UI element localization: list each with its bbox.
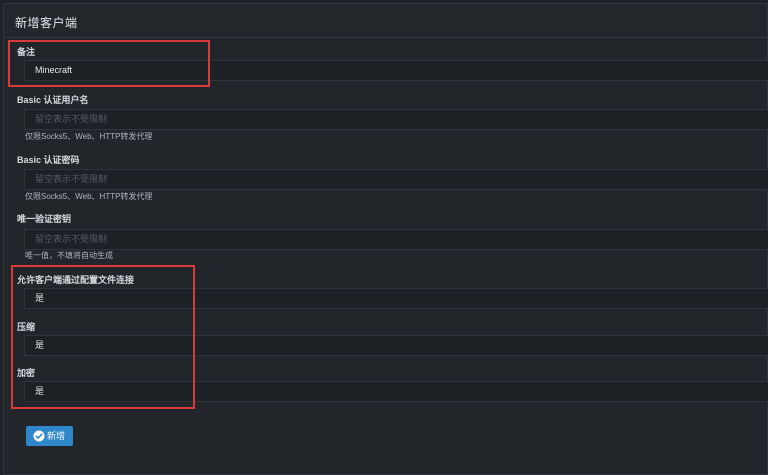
basic-password-help: 仅限Socks5、Web、HTTP转发代理: [25, 192, 153, 201]
add-button[interactable]: 新增: [26, 426, 73, 446]
page-background: 新增客户端 备注 Minecraft Basic 认证用户名 留空表示不受限制 …: [0, 0, 768, 475]
basic-password-label: Basic 认证密码: [17, 155, 80, 165]
add-button-label: 新增: [47, 431, 66, 441]
basic-username-input[interactable]: 留空表示不受限制: [24, 109, 768, 130]
unique-key-input[interactable]: 留空表示不受限制: [24, 229, 768, 250]
unique-key-label: 唯一验证密钥: [17, 214, 72, 224]
basic-username-help: 仅限Socks5、Web、HTTP转发代理: [25, 132, 153, 141]
highlight-box-options: [11, 265, 195, 409]
card-header: 新增客户端: [4, 4, 767, 38]
highlight-box-remark: [8, 40, 210, 87]
unique-key-help: 唯一值，不填将自动生成: [25, 251, 113, 260]
page-title: 新增客户端: [15, 16, 78, 30]
check-circle-icon: [33, 430, 45, 442]
basic-username-label: Basic 认证用户名: [17, 95, 89, 105]
basic-password-input[interactable]: 留空表示不受限制: [24, 169, 768, 190]
